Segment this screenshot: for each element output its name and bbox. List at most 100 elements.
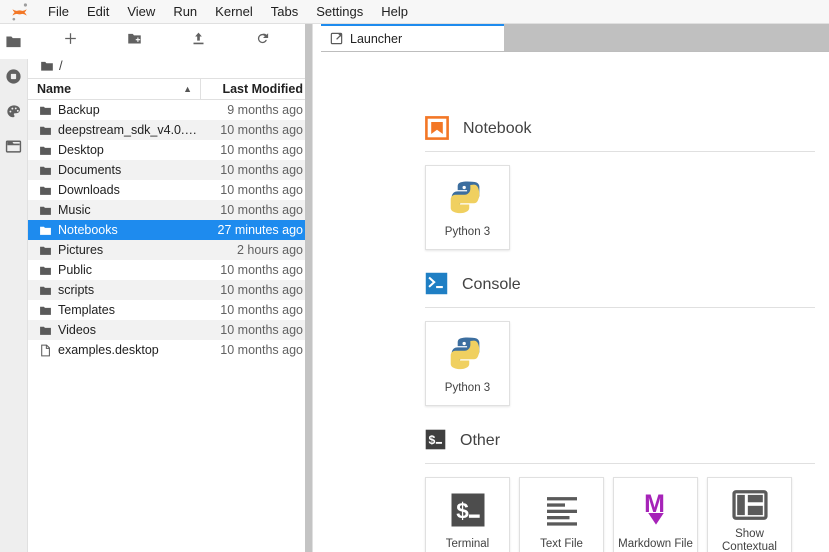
- file-browser-toolbar: [28, 24, 312, 53]
- sidebar-item-running[interactable]: [0, 59, 28, 94]
- jupyterlab-window: File Edit View Run Kernel Tabs Settings …: [0, 0, 829, 552]
- file-last-modified: 10 months ago: [220, 143, 303, 157]
- sidebar-item-extensions[interactable]: [0, 94, 28, 129]
- new-launcher-button[interactable]: [38, 25, 102, 52]
- menu-item-help[interactable]: Help: [372, 0, 417, 24]
- section-title-notebook: Notebook: [463, 120, 532, 137]
- card-row-console: Python 3: [425, 321, 815, 406]
- sidebar-item-file-browser[interactable]: [0, 24, 28, 59]
- menu-item-edit[interactable]: Edit: [78, 0, 118, 24]
- section-header-other: $ Other: [425, 426, 815, 456]
- tab-launcher-label: Launcher: [350, 31, 403, 46]
- section-header-console: Console: [425, 270, 815, 300]
- section-title-other: Other: [460, 432, 501, 449]
- tab-bar: Launcher: [321, 24, 829, 52]
- left-sidebar-rail: [0, 24, 28, 552]
- table-row[interactable]: Pictures 2 hours ago: [28, 240, 312, 260]
- table-row[interactable]: examples.desktop 10 months ago: [28, 340, 312, 360]
- tab-launcher[interactable]: Launcher: [321, 24, 504, 51]
- markdown-icon: M: [639, 490, 673, 530]
- table-row[interactable]: deepstream_sdk_v4.0.2_jets... 10 months a…: [28, 120, 312, 140]
- menu-item-kernel[interactable]: Kernel: [206, 0, 262, 24]
- table-row[interactable]: Downloads 10 months ago: [28, 180, 312, 200]
- upload-icon: [193, 32, 203, 44]
- text-file-icon: [544, 490, 580, 530]
- menu-bar: File Edit View Run Kernel Tabs Settings …: [0, 0, 829, 24]
- open-tabs-icon: [5, 140, 22, 153]
- terminal-icon: $: [450, 490, 486, 530]
- launcher-card-console-python3[interactable]: Python 3: [425, 321, 510, 406]
- file-last-modified: 10 months ago: [220, 303, 303, 317]
- table-row[interactable]: Documents 10 months ago: [28, 160, 312, 180]
- folder-icon: [39, 286, 51, 295]
- file-name: Documents: [58, 163, 122, 177]
- folder-icon: [39, 326, 51, 335]
- table-row[interactable]: Desktop 10 months ago: [28, 140, 312, 160]
- section-divider: [425, 463, 815, 464]
- folder-icon: [34, 164, 56, 177]
- file-name: Pictures: [58, 243, 104, 257]
- folder-icon: [39, 306, 51, 315]
- terminal-icon: $: [425, 429, 446, 453]
- section-divider: [425, 307, 815, 308]
- launcher-icon: [330, 32, 343, 45]
- menu-item-file[interactable]: File: [39, 0, 78, 24]
- folder-icon: [41, 61, 53, 71]
- file-name: scripts: [58, 283, 95, 297]
- table-row[interactable]: Public 10 months ago: [28, 260, 312, 280]
- table-row[interactable]: scripts 10 months ago: [28, 280, 312, 300]
- section-divider: [425, 151, 815, 152]
- jupyter-logo[interactable]: [9, 1, 31, 23]
- menu-item-settings[interactable]: Settings: [307, 0, 372, 24]
- column-header-last-modified[interactable]: Last Modified: [200, 78, 312, 100]
- launcher-card-text-file[interactable]: Text File: [519, 477, 604, 552]
- table-row[interactable]: Notebooks 27 minutes ago: [28, 220, 312, 240]
- table-row[interactable]: Music 10 months ago: [28, 200, 312, 220]
- launcher-section-console: Console Python 3: [425, 270, 815, 406]
- python-logo-icon: [449, 334, 487, 374]
- file-list-header: Name ▲ Last Modified: [28, 78, 312, 100]
- file-last-modified: 10 months ago: [220, 203, 303, 217]
- new-folder-button[interactable]: [102, 25, 166, 52]
- launcher-card-notebook-python3[interactable]: Python 3: [425, 165, 510, 250]
- section-header-notebook: Notebook: [425, 114, 815, 144]
- file-browser-icon: [6, 36, 21, 48]
- folder-icon: [39, 106, 51, 115]
- svg-text:$: $: [429, 433, 436, 447]
- launcher-card-markdown-file[interactable]: M Markdown File: [613, 477, 698, 552]
- folder-icon: [34, 204, 56, 217]
- python-logo-icon: [449, 178, 487, 218]
- plus-icon: [64, 32, 76, 44]
- section-title-console: Console: [462, 276, 521, 293]
- menu-item-run[interactable]: Run: [164, 0, 206, 24]
- column-header-name[interactable]: Name ▲: [28, 82, 200, 96]
- menu-item-tabs[interactable]: Tabs: [262, 0, 307, 24]
- folder-icon: [34, 104, 56, 117]
- folder-icon: [34, 184, 56, 197]
- launcher-section-other: $ Other $ Terminal Text File M Markdown …: [425, 426, 815, 552]
- table-row[interactable]: Templates 10 months ago: [28, 300, 312, 320]
- folder-icon: [34, 284, 56, 297]
- folder-icon: [39, 246, 51, 255]
- breadcrumb[interactable]: /: [28, 53, 312, 78]
- table-row[interactable]: Backup 9 months ago: [28, 100, 312, 120]
- folder-icon: [39, 186, 51, 195]
- launcher-card-label: Terminal: [445, 538, 490, 550]
- sidebar-item-open-tabs[interactable]: [0, 129, 28, 164]
- launcher-card-terminal[interactable]: $ Terminal: [425, 477, 510, 552]
- table-row[interactable]: Videos 10 months ago: [28, 320, 312, 340]
- file-name: Videos: [58, 323, 96, 337]
- upload-button[interactable]: [166, 25, 230, 52]
- folder-icon: [34, 224, 56, 237]
- file-browser-scrollbar[interactable]: [305, 24, 312, 552]
- file-icon: [40, 344, 50, 356]
- file-list[interactable]: Backup 9 months ago deepstream_sdk_v4.0.2_…: [28, 100, 312, 552]
- column-header-name-label: Name: [37, 82, 72, 96]
- refresh-button[interactable]: [230, 25, 294, 52]
- card-row-other: $ Terminal Text File M Markdown File Sho…: [425, 477, 815, 552]
- launcher-card-contextual-help[interactable]: Show Contextual Help: [707, 477, 792, 552]
- running-terminals-icon: [6, 69, 21, 84]
- palette-icon: [6, 104, 20, 117]
- refresh-icon: [257, 32, 268, 43]
- menu-item-view[interactable]: View: [118, 0, 164, 24]
